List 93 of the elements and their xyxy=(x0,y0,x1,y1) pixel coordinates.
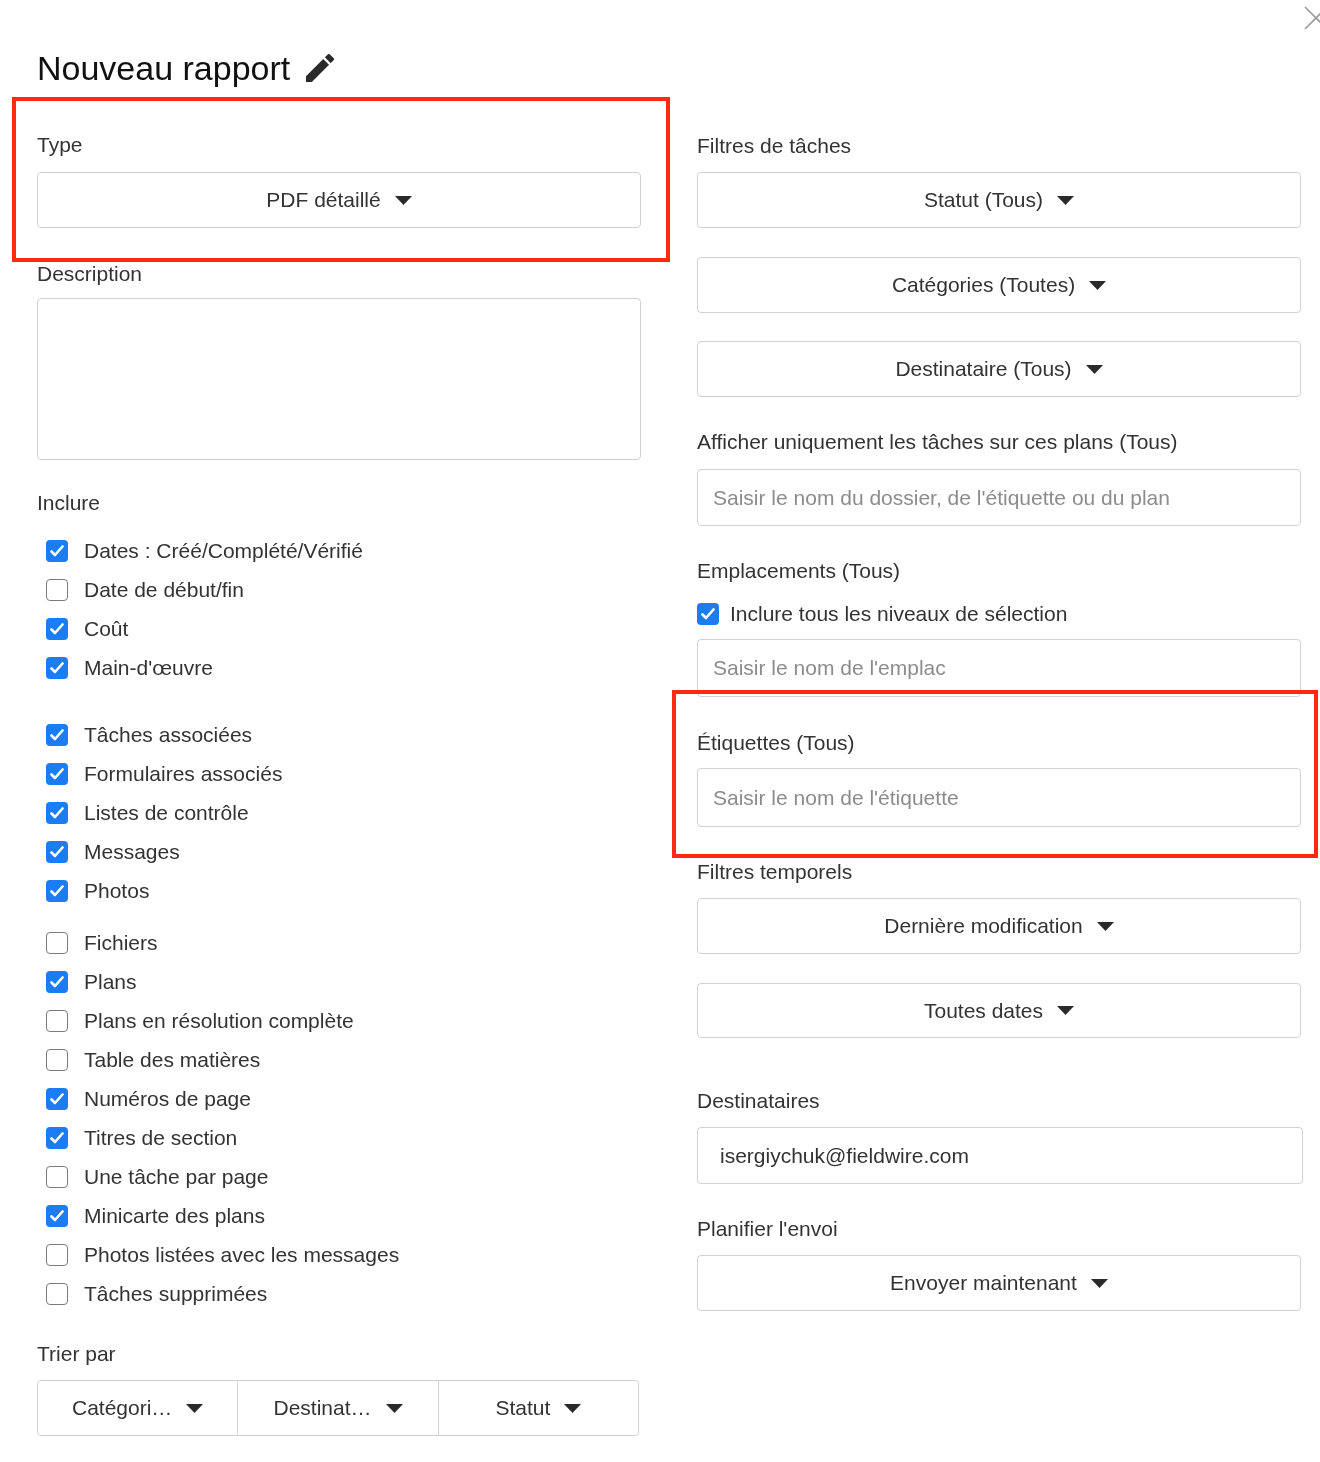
checkmark-icon xyxy=(50,845,64,858)
checkbox[interactable] xyxy=(46,801,68,824)
option-label: Listes de contrôle xyxy=(84,799,249,826)
dropdown-button[interactable]: Dernière modification xyxy=(697,898,1301,954)
option-label: Une tâche par page xyxy=(84,1163,269,1190)
checkbox[interactable] xyxy=(46,1009,68,1032)
checkbox[interactable] xyxy=(46,879,68,902)
field-label: Afficher uniquement les tâches sur ces plans (Tous) xyxy=(697,429,1178,455)
option-label: Plans en résolution complète xyxy=(84,1007,354,1034)
field-label: Filtres de tâches xyxy=(697,133,852,159)
recipient-field[interactable]: isergiychuk@fieldwire.com xyxy=(697,1127,1303,1184)
dialog-title: Nouveau rapport xyxy=(37,48,291,89)
dropdown-button[interactable]: Statut (Tous) xyxy=(697,172,1301,228)
checkmark-icon xyxy=(50,661,64,674)
checkmark-icon xyxy=(50,806,64,819)
checkbox[interactable] xyxy=(46,931,68,954)
close-icon xyxy=(1304,6,1320,30)
close-button[interactable] xyxy=(1304,6,1320,30)
checkbox[interactable] xyxy=(697,603,719,625)
option-label: Fichiers xyxy=(84,929,158,956)
caret-down-icon xyxy=(1096,921,1114,931)
option-label: Plans xyxy=(84,968,137,995)
checkbox[interactable] xyxy=(46,840,68,863)
sort-option-button[interactable]: Statut xyxy=(437,1381,638,1435)
option-label: Tâches supprimées xyxy=(84,1280,268,1307)
checkbox[interactable] xyxy=(46,1243,68,1266)
checkbox[interactable] xyxy=(46,578,68,601)
caret-down-icon xyxy=(394,195,412,205)
caret-down-icon xyxy=(1057,195,1075,205)
option-label: Main-d'œuvre xyxy=(84,654,213,681)
option-label: Minicarte des plans xyxy=(84,1202,265,1229)
field-label: Inclure xyxy=(37,490,101,516)
option-label: Inclure tous les niveaux de sélection xyxy=(730,601,1068,628)
caret-down-icon xyxy=(385,1403,403,1413)
checkbox[interactable] xyxy=(46,1087,68,1110)
dropdown-button[interactable]: PDF détaillé xyxy=(37,172,641,228)
caret-down-icon xyxy=(1089,280,1107,290)
dropdown-button[interactable]: Catégories (Toutes) xyxy=(697,257,1301,313)
option-label: Tâches associées xyxy=(84,721,253,748)
sort-option-button[interactable]: Destinat… xyxy=(237,1381,438,1435)
plan-search-field[interactable]: Saisir le nom du dossier, de l'étiquette ou du plan xyxy=(697,469,1301,526)
checkmark-icon xyxy=(50,1131,64,1144)
checkbox[interactable] xyxy=(46,762,68,785)
checkbox[interactable] xyxy=(46,1048,68,1071)
caret-down-icon xyxy=(1085,364,1103,374)
option-label: Table des matières xyxy=(84,1046,261,1073)
field-label: Description xyxy=(37,262,143,286)
tag-search-field[interactable]: Saisir le nom de l'étiquette xyxy=(697,768,1301,827)
checkmark-icon xyxy=(50,975,64,988)
checkmark-icon xyxy=(50,728,64,741)
checkbox[interactable] xyxy=(46,1204,68,1227)
field-label: Destinataires xyxy=(697,1088,820,1114)
option-label: Coût xyxy=(84,615,129,642)
dropdown-button[interactable]: Destinataire (Tous) xyxy=(697,341,1301,397)
checkmark-icon xyxy=(50,767,64,780)
option-label: Photos xyxy=(84,877,150,904)
checkmark-icon xyxy=(50,1092,64,1105)
checkbox[interactable] xyxy=(46,723,68,746)
option-label: Formulaires associés xyxy=(84,760,283,787)
checkmark-icon xyxy=(701,608,715,620)
checkbox[interactable] xyxy=(46,656,68,679)
option-label: Numéros de page xyxy=(84,1085,251,1112)
description-field[interactable] xyxy=(37,298,641,460)
option-label: Dates : Créé/Complété/Vérifié xyxy=(84,537,363,564)
field-label: Planifier l'envoi xyxy=(697,1216,838,1242)
pencil-icon[interactable] xyxy=(306,54,335,82)
option-label: Titres de section xyxy=(84,1124,238,1151)
checkbox[interactable] xyxy=(46,1282,68,1305)
field-label: Filtres temporels xyxy=(697,859,853,885)
checkbox[interactable] xyxy=(46,1165,68,1188)
checkmark-icon xyxy=(50,622,64,635)
sort-option-button[interactable]: Catégori… xyxy=(38,1381,238,1435)
dropdown-button[interactable]: Toutes dates xyxy=(697,983,1301,1038)
field-label: Étiquettes (Tous) xyxy=(697,730,855,756)
caret-down-icon xyxy=(186,1403,204,1413)
checkmark-icon xyxy=(50,544,64,557)
caret-down-icon xyxy=(564,1403,582,1413)
caret-down-icon xyxy=(1090,1278,1108,1288)
checkbox[interactable] xyxy=(46,970,68,993)
caret-down-icon xyxy=(1057,1006,1075,1015)
field-label: Emplacements (Tous) xyxy=(697,558,901,584)
checkmark-icon xyxy=(50,1209,64,1222)
field-label: Trier par xyxy=(37,1341,116,1367)
checkbox[interactable] xyxy=(46,539,68,562)
option-label: Messages xyxy=(84,838,180,865)
option-label: Date de début/fin xyxy=(84,576,244,603)
checkbox[interactable] xyxy=(46,617,68,640)
field-label: Type xyxy=(37,132,83,158)
checkbox[interactable] xyxy=(46,1126,68,1149)
option-label: Photos listées avec les messages xyxy=(84,1241,400,1268)
location-search-field[interactable]: Saisir le nom de l'emplac xyxy=(697,639,1301,697)
dropdown-button[interactable]: Envoyer maintenant xyxy=(697,1255,1301,1311)
checkmark-icon xyxy=(50,884,64,897)
